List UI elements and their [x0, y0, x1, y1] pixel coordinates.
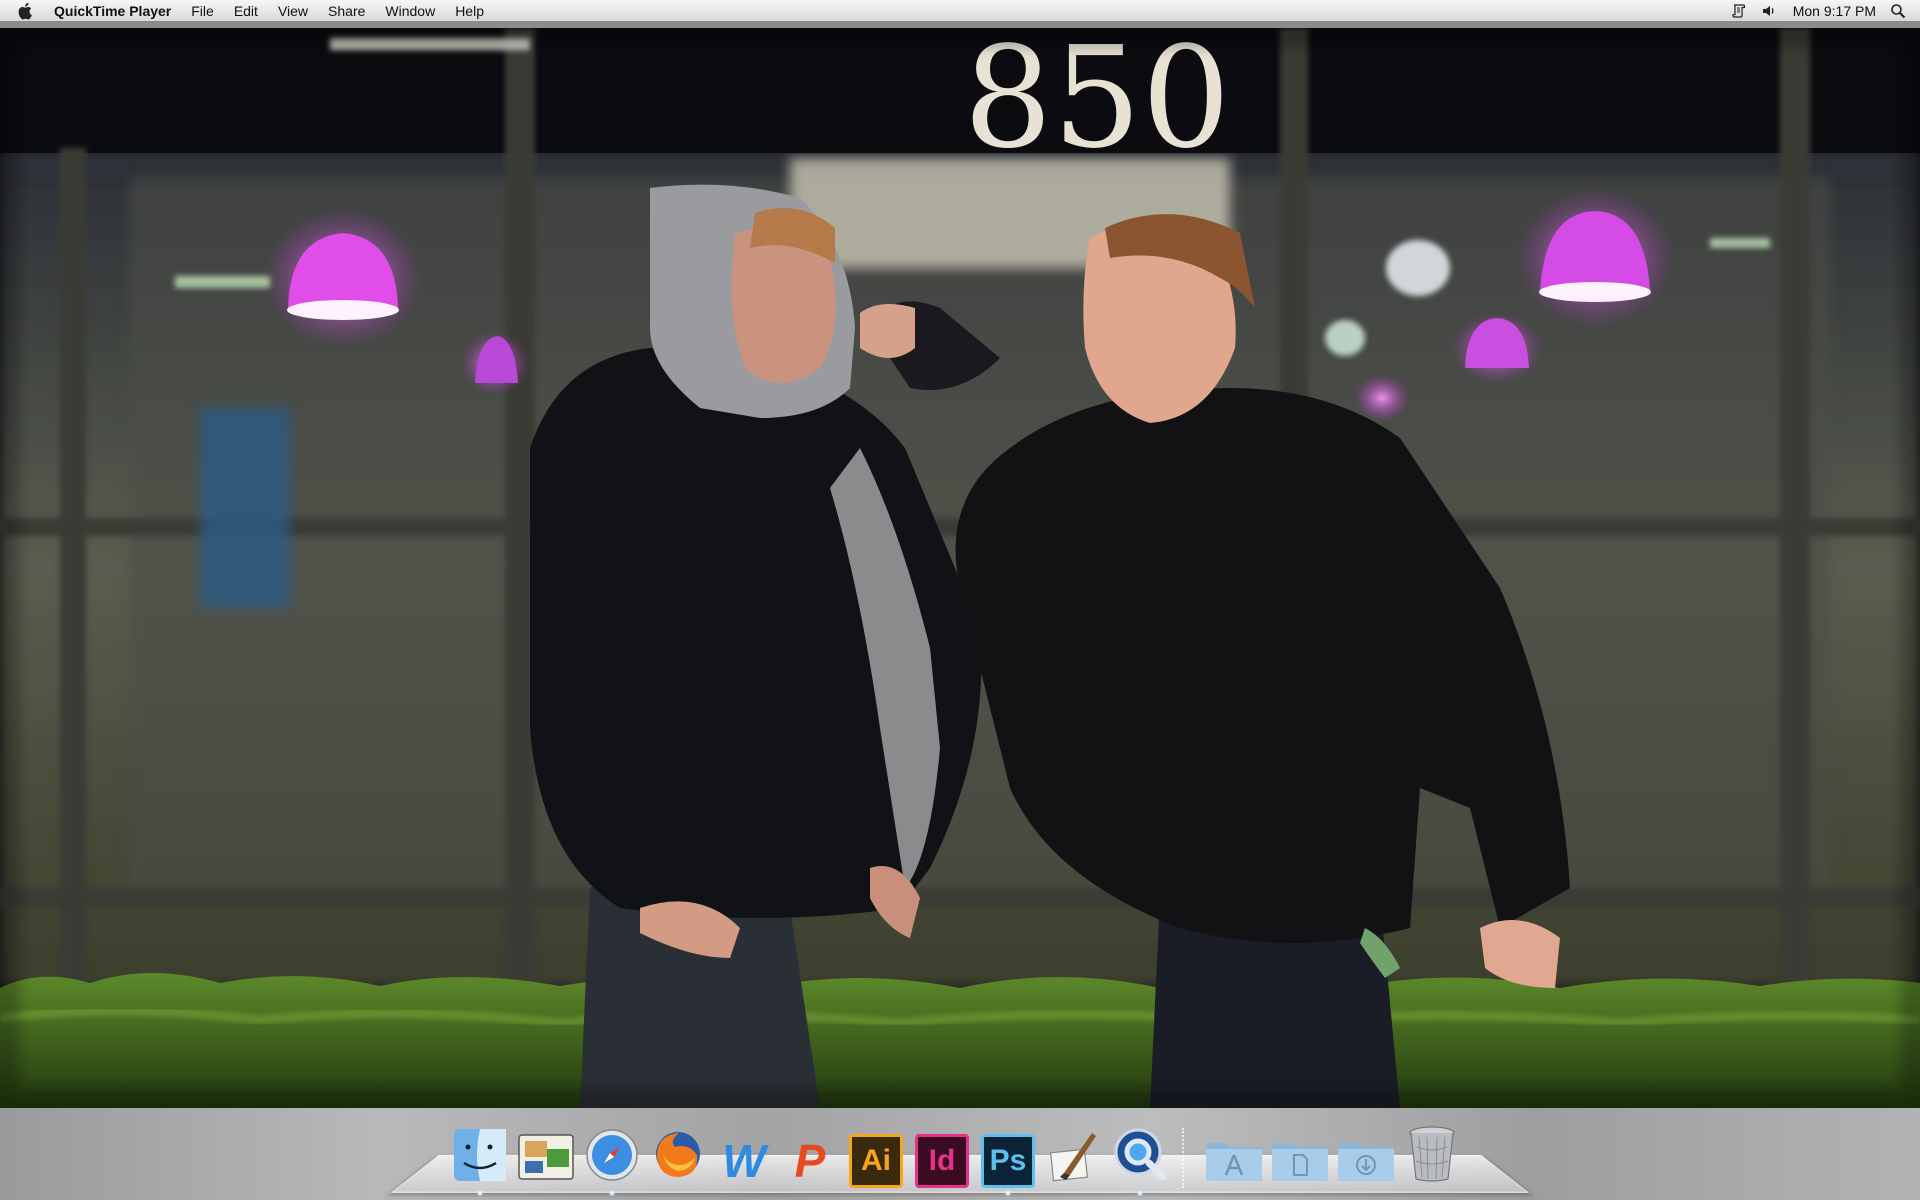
- apple-menu-icon[interactable]: [18, 2, 40, 20]
- dock-indesign[interactable]: Id: [912, 1122, 972, 1188]
- spotlight-search-icon[interactable]: [1890, 3, 1906, 19]
- documents-folder-icon: [1270, 1135, 1330, 1188]
- dock-firefox[interactable]: [648, 1122, 708, 1188]
- trash-icon: [1407, 1123, 1457, 1188]
- menu-window[interactable]: Window: [375, 0, 445, 22]
- dock-finder[interactable]: [450, 1122, 510, 1196]
- volume-icon[interactable]: [1761, 3, 1779, 19]
- illustrator-icon: Ai: [849, 1134, 903, 1188]
- applications-folder-icon: [1204, 1135, 1264, 1188]
- dock-separator: [1182, 1128, 1192, 1188]
- paintbrush-icon: [1046, 1127, 1102, 1188]
- dock-documents-stack[interactable]: [1270, 1122, 1330, 1188]
- firefox-icon: [649, 1125, 707, 1188]
- menu-help[interactable]: Help: [445, 0, 494, 22]
- dock-paintbrush[interactable]: [1044, 1122, 1104, 1188]
- running-indicator: [609, 1190, 615, 1196]
- preview-icon: [517, 1131, 575, 1188]
- running-indicator: [1005, 1190, 1011, 1196]
- menu-share[interactable]: Share: [318, 0, 375, 22]
- dock-quicktime[interactable]: [1110, 1122, 1170, 1196]
- indesign-icon-label: Id: [928, 1144, 956, 1177]
- safari-icon: [584, 1127, 640, 1188]
- word-icon: W: [717, 1134, 771, 1188]
- finder-icon: [452, 1127, 508, 1188]
- dock-trash[interactable]: [1402, 1122, 1462, 1188]
- script-menu-icon[interactable]: [1731, 3, 1747, 19]
- dock-photoshop[interactable]: Ps: [978, 1122, 1038, 1196]
- word-icon-letter: W: [722, 1135, 766, 1187]
- dock-applications-stack[interactable]: [1204, 1122, 1264, 1188]
- menu-clock[interactable]: Mon 9:17 PM: [1793, 3, 1876, 19]
- dock-preview[interactable]: [516, 1122, 576, 1188]
- running-indicator: [477, 1190, 483, 1196]
- dock-powerpoint[interactable]: P: [780, 1122, 840, 1188]
- dock: W P Ai Id Ps: [450, 1112, 1462, 1196]
- video-scene: 850: [0, 28, 1920, 1108]
- illustrator-icon-label: Ai: [861, 1144, 891, 1177]
- downloads-folder-icon: [1336, 1135, 1396, 1188]
- photoshop-icon: Ps: [981, 1134, 1035, 1188]
- dock-word[interactable]: W: [714, 1122, 774, 1188]
- indesign-icon: Id: [915, 1134, 969, 1188]
- menu-edit[interactable]: Edit: [224, 0, 268, 22]
- video-frame[interactable]: 850: [0, 28, 1920, 1108]
- dock-illustrator[interactable]: Ai: [846, 1122, 906, 1188]
- powerpoint-icon: P: [783, 1134, 837, 1188]
- quicktime-icon: [1111, 1125, 1169, 1188]
- dock-safari[interactable]: [582, 1122, 642, 1196]
- menu-app-name[interactable]: QuickTime Player: [54, 0, 181, 22]
- menu-bar: QuickTime Player File Edit View Share Wi…: [0, 0, 1920, 22]
- menu-view[interactable]: View: [268, 0, 318, 22]
- dock-downloads-stack[interactable]: [1336, 1122, 1396, 1188]
- powerpoint-icon-letter: P: [794, 1135, 826, 1187]
- building-number: 850: [963, 28, 1230, 180]
- menu-file[interactable]: File: [181, 0, 224, 22]
- photoshop-icon-label: Ps: [989, 1144, 1027, 1177]
- running-indicator: [1137, 1190, 1143, 1196]
